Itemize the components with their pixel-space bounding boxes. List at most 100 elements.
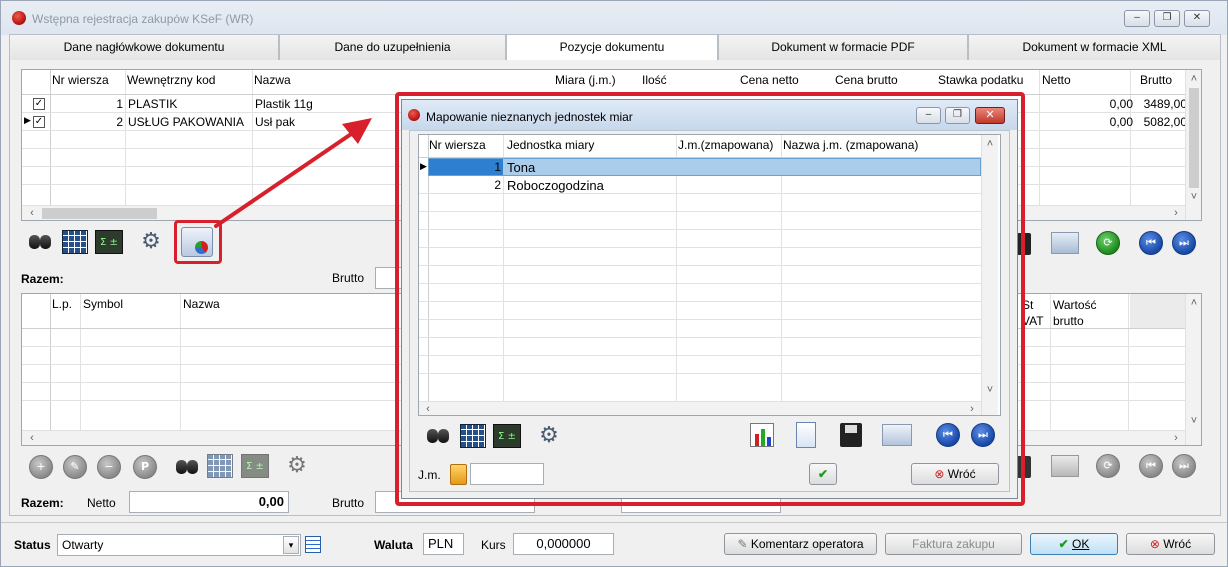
col-wartosc-brutto[interactable]: Wartość brutto	[1053, 297, 1113, 329]
tab-dokument-pdf[interactable]: Dokument w formacie PDF	[718, 34, 968, 61]
table-row-nazwa: Plastik 11g	[255, 97, 313, 111]
tab-bar: Dane nagłówkowe dokumentu Dane do uzupeł…	[9, 34, 1221, 62]
komentarz-operatora-button[interactable]: ✎ Komentarz operatora	[724, 533, 877, 555]
calculator-table-icon[interactable]	[62, 230, 88, 254]
col-ilosc[interactable]: Ilość	[642, 73, 667, 87]
col-nazwa-jm-zmapowana[interactable]: Nazwa j.m. (zmapowana)	[783, 138, 918, 152]
ok-button[interactable]: ✔ OK	[1030, 533, 1118, 555]
maximize-button[interactable]: ❐	[1154, 10, 1180, 27]
col-nazwa[interactable]: Nazwa	[183, 297, 220, 311]
sigma-icon[interactable]: Σ ±	[493, 424, 521, 448]
brutto-label: Brutto	[332, 271, 365, 285]
razem-label: Razem:	[21, 496, 64, 510]
report-icon[interactable]	[796, 422, 816, 448]
last-record-icon[interactable]: ⏭	[1172, 231, 1196, 255]
status-select[interactable]: Otwarty ▾	[57, 534, 301, 556]
refresh-icon[interactable]: ⟳	[1096, 231, 1120, 255]
gears-icon[interactable]: ⚙	[283, 453, 311, 479]
edit-icon[interactable]: ✎	[63, 455, 87, 479]
dialog-minimize-button[interactable]: ‒	[916, 107, 941, 124]
col-cena-brutto[interactable]: Cena brutto	[835, 73, 898, 87]
jm-label: J.m.	[418, 468, 441, 482]
waluta-field[interactable]: PLN	[423, 533, 464, 555]
remove-icon[interactable]: −	[97, 455, 121, 479]
wroc-button[interactable]: ⊗ Wróć	[1126, 533, 1215, 555]
col-brutto[interactable]: Brutto	[1140, 73, 1172, 87]
tab-pozycje-dokumentu[interactable]: Pozycje dokumentu	[506, 34, 718, 62]
row-checkbox[interactable]: ✓	[33, 98, 45, 110]
units-grid[interactable]: Nr wiersza Jednostka miary J.m.(zmapowan…	[418, 134, 1001, 416]
sigma-icon[interactable]: Σ ±	[95, 230, 123, 254]
col-netto[interactable]: Netto	[1042, 73, 1071, 87]
col-wewnetrzny-kod[interactable]: Wewnętrzny kod	[127, 73, 215, 87]
col-lp[interactable]: L.p.	[52, 297, 72, 311]
col-jm-zmapowana[interactable]: J.m.(zmapowana)	[678, 138, 773, 152]
vertical-scrollbar[interactable]: ˄ ˅	[981, 135, 998, 415]
lookup-icon[interactable]	[450, 464, 467, 485]
title-bar: Wstępna rejestracja zakupów KSeF (WR) ‒ …	[1, 1, 1227, 35]
calculator-table-icon[interactable]	[460, 424, 486, 448]
horizontal-scrollbar[interactable]: ‹ ›	[419, 401, 981, 415]
windows-icon[interactable]	[1051, 232, 1079, 254]
jm-field[interactable]	[470, 463, 544, 485]
col-nr-wiersza[interactable]: Nr wiersza	[429, 138, 486, 152]
col-nr-wiersza[interactable]: Nr wiersza	[52, 73, 109, 87]
first-record-icon[interactable]: ⏮	[1139, 454, 1163, 478]
col-miara[interactable]: Miara (j.m.)	[555, 73, 616, 87]
dialog-maximize-button[interactable]: ❐	[945, 107, 970, 124]
table-row-nr: 2	[116, 115, 123, 129]
status-label: Status	[14, 538, 51, 552]
windows-icon[interactable]	[1051, 455, 1079, 477]
table-row-jm: Roboczogodzina	[507, 178, 604, 193]
table-row-brutto: 3489,00	[1143, 97, 1187, 111]
dialog-close-button[interactable]: ✕	[975, 107, 1005, 124]
list-icon[interactable]	[305, 536, 321, 553]
kurs-field[interactable]: 0,000000	[513, 533, 614, 555]
binoculars-icon[interactable]	[26, 229, 54, 255]
first-record-icon[interactable]: ⏮	[936, 423, 960, 447]
row-checkbox[interactable]: ✓	[33, 116, 45, 128]
netto-label: Netto	[87, 496, 116, 510]
table-row-netto: 0,00	[1109, 97, 1133, 111]
first-record-icon[interactable]: ⏮	[1139, 231, 1163, 255]
vertical-scrollbar[interactable]: ˄ ˅	[1185, 70, 1201, 220]
minimize-button[interactable]: ‒	[1124, 10, 1150, 27]
col-symbol[interactable]: Symbol	[83, 297, 123, 311]
current-row-marker-icon: ▶	[24, 115, 31, 125]
sigma-icon[interactable]: Σ ±	[241, 454, 269, 478]
p-button[interactable]: P	[133, 455, 157, 479]
confirm-button[interactable]: ✔	[809, 463, 837, 485]
last-record-icon[interactable]: ⏭	[1172, 454, 1196, 478]
tab-dane-naglowkowe[interactable]: Dane nagłówkowe dokumentu	[9, 34, 279, 61]
col-nazwa[interactable]: Nazwa	[254, 73, 291, 87]
col-st-vat[interactable]: St VAT	[1022, 297, 1050, 329]
chevron-down-icon[interactable]: ▾	[283, 536, 299, 554]
gears-icon[interactable]: ⚙	[137, 229, 165, 255]
tab-dokument-xml[interactable]: Dokument w formacie XML	[968, 34, 1221, 61]
last-record-icon[interactable]: ⏭	[971, 423, 995, 447]
netto-field[interactable]: 0,00	[129, 491, 289, 513]
col-cena-netto[interactable]: Cena netto	[740, 73, 799, 87]
tab-dane-do-uzupelnienia[interactable]: Dane do uzupełnienia	[279, 34, 506, 61]
gears-icon[interactable]: ⚙	[535, 423, 563, 449]
calculator-table-icon[interactable]	[207, 454, 233, 478]
table-row-netto: 0,00	[1109, 115, 1133, 129]
app-logo-icon	[408, 109, 420, 121]
col-stawka-podatku[interactable]: Stawka podatku	[938, 73, 1023, 87]
table-row-nr: 2	[494, 178, 501, 192]
binoculars-icon[interactable]	[424, 423, 452, 449]
refresh-icon[interactable]: ⟳	[1096, 454, 1120, 478]
dialog-wroc-button[interactable]: ⊗ Wróć	[911, 463, 999, 485]
windows-icon[interactable]	[882, 424, 912, 446]
save-icon[interactable]	[840, 423, 862, 447]
binoculars-icon[interactable]	[173, 454, 201, 480]
add-icon[interactable]: +	[29, 455, 53, 479]
close-button[interactable]: ✕	[1184, 10, 1210, 27]
vertical-scrollbar[interactable]: ˄ ˅	[1185, 294, 1201, 445]
chart-icon[interactable]	[750, 423, 774, 447]
faktura-zakupu-button[interactable]: Faktura zakupu	[885, 533, 1022, 555]
table-row-nr: 1	[494, 160, 501, 174]
col-jednostka-miary[interactable]: Jednostka miary	[507, 138, 594, 152]
window-title: Wstępna rejestracja zakupów KSeF (WR)	[32, 12, 254, 26]
kurs-label: Kurs	[481, 538, 506, 552]
